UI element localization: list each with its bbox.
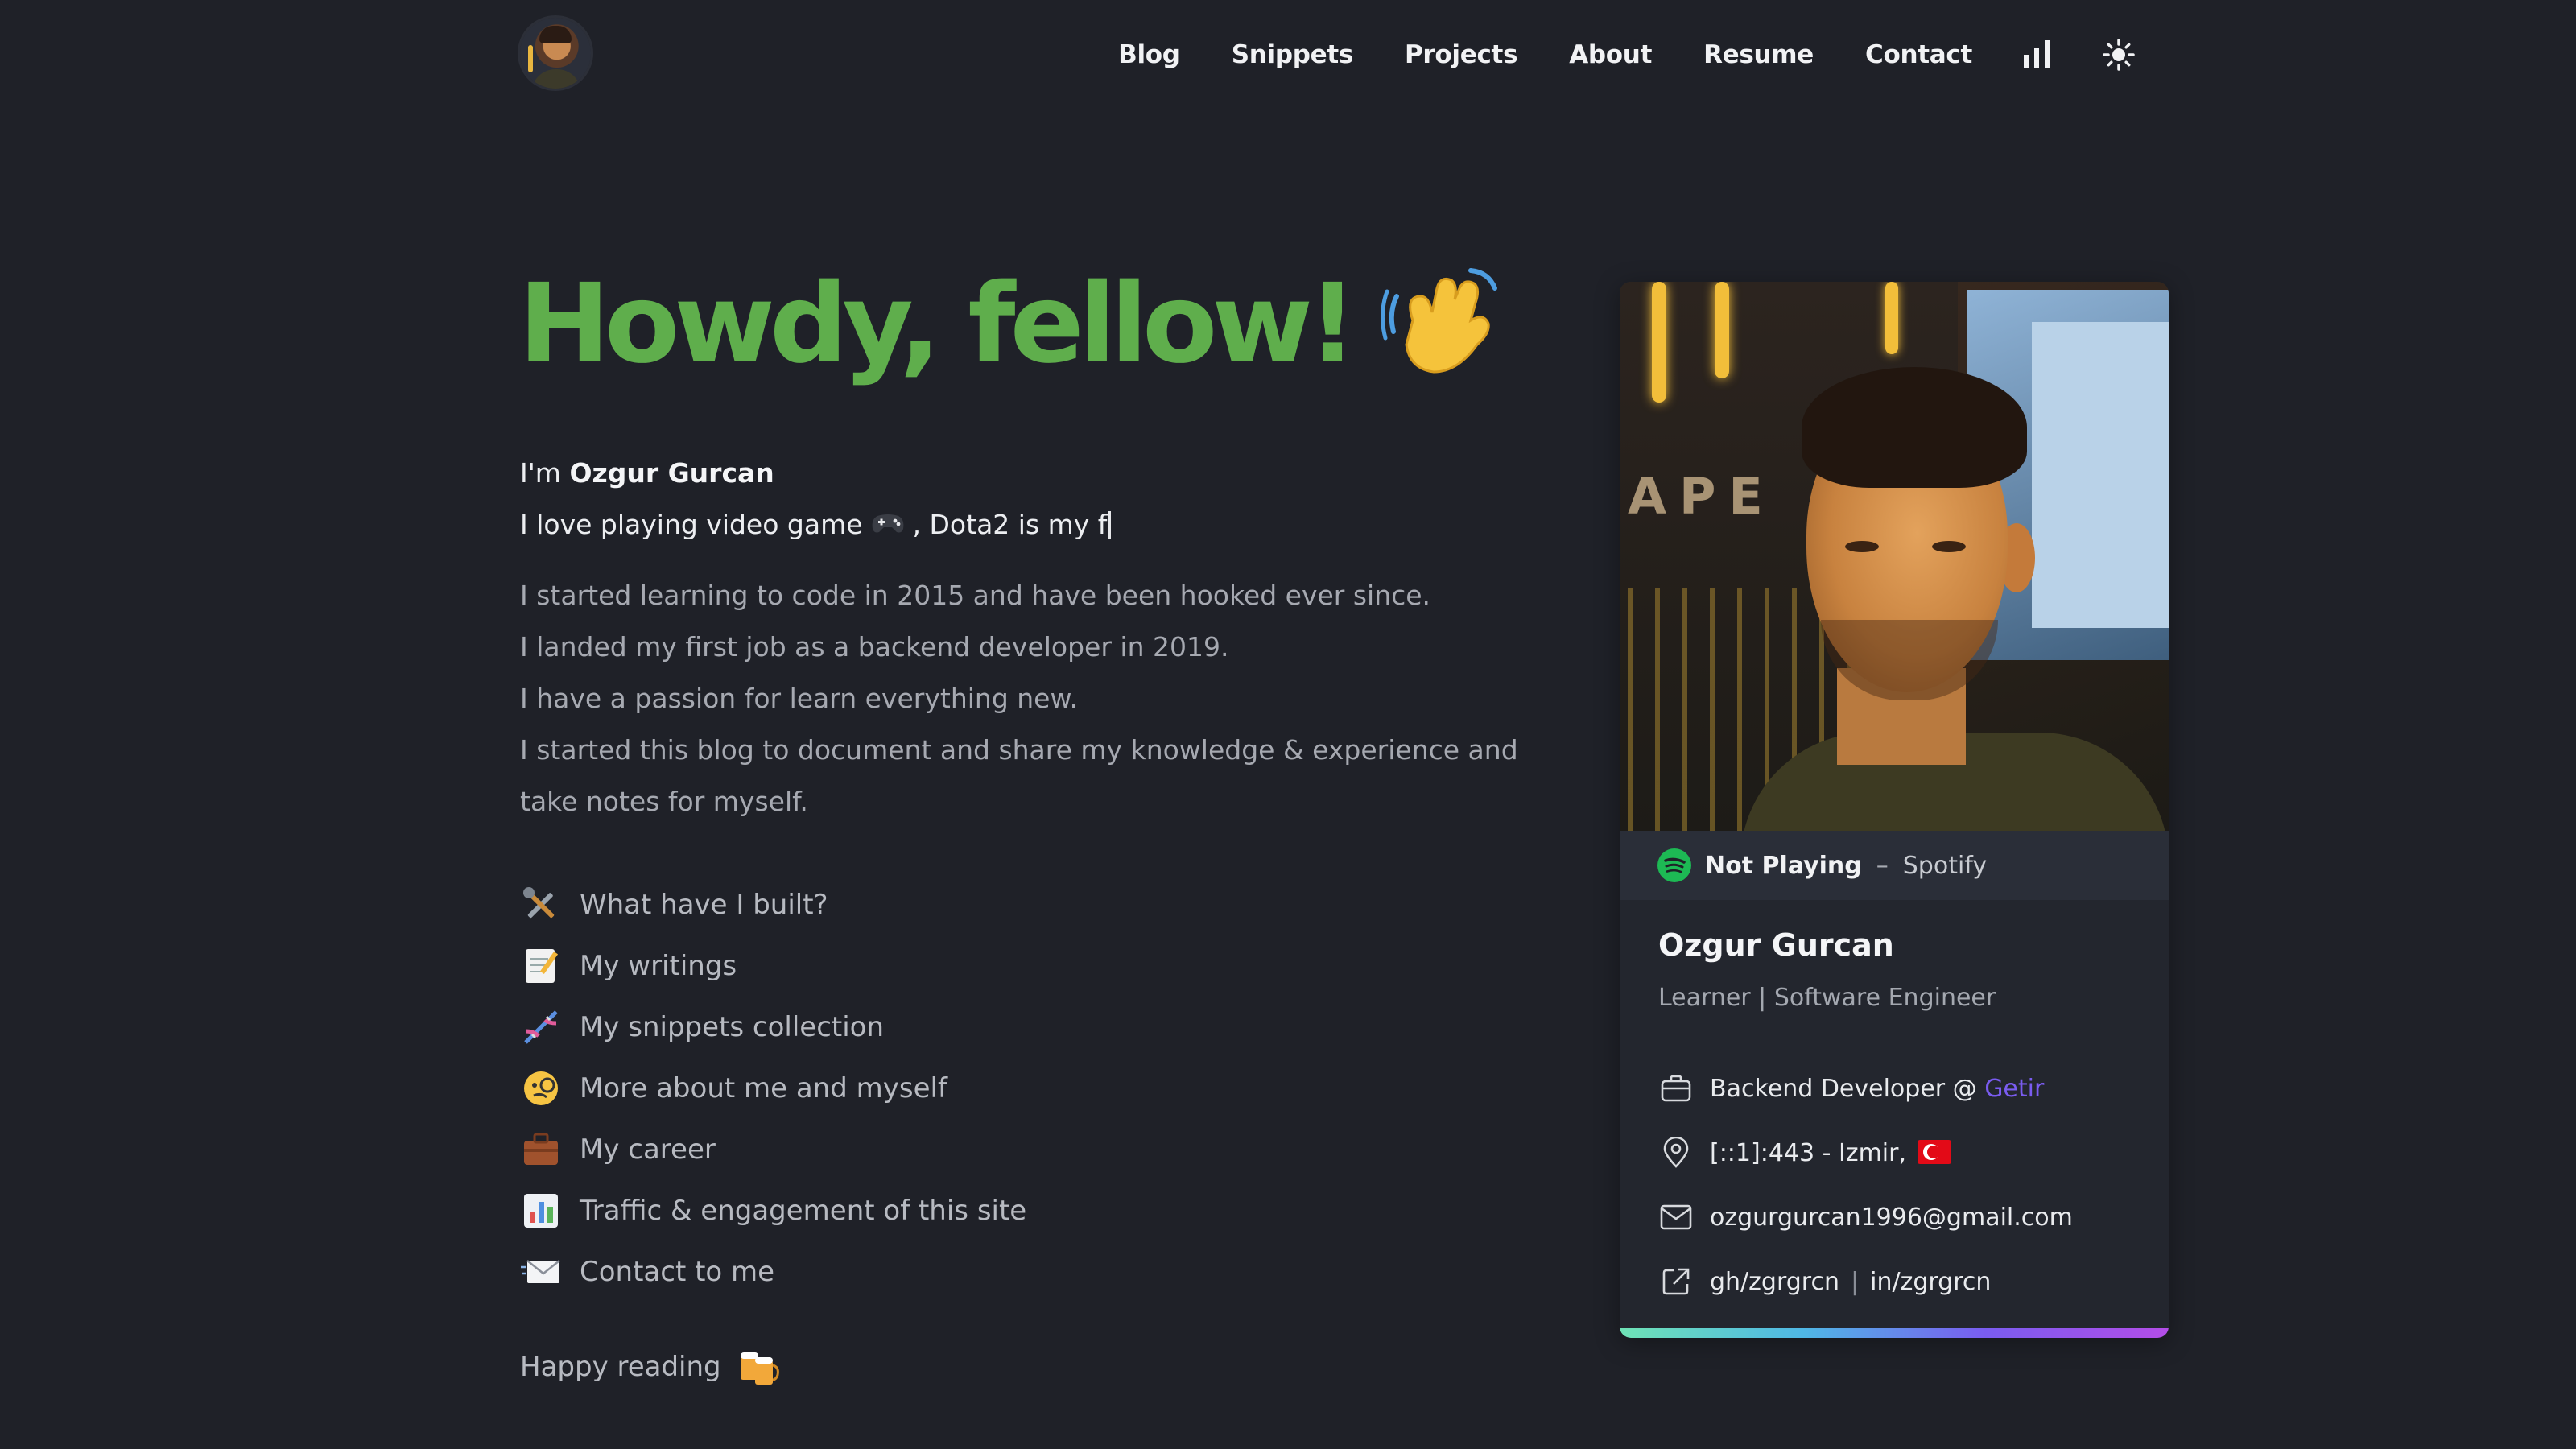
intro-prefix: I'm — [520, 457, 570, 489]
profile-card: APE Not Playing – Spotify Ozgur Gurcan L… — [1620, 282, 2169, 1338]
link-snippets[interactable]: My snippets collection — [520, 997, 1026, 1058]
intro-typing-before: I love playing video game — [520, 509, 863, 540]
link-label: What have I built? — [580, 889, 828, 921]
happy-reading: Happy reading — [520, 1344, 781, 1389]
social-separator: | — [1851, 1267, 1860, 1296]
nav-snippets[interactable]: Snippets — [1232, 40, 1354, 69]
mail-icon — [1658, 1199, 1694, 1235]
location-row: [::1]:443 - Izmir, — [1658, 1121, 2073, 1185]
linkedin-link[interactable]: in/zgrgrcn — [1870, 1268, 1991, 1296]
link-resume[interactable]: My career — [520, 1119, 1026, 1180]
bar-chart-icon — [520, 1190, 562, 1232]
nav-contact[interactable]: Contact — [1865, 40, 1972, 69]
company-link[interactable]: Getir — [1984, 1075, 2044, 1103]
link-label: Traffic & engagement of this site — [580, 1195, 1027, 1227]
nav-resume[interactable]: Resume — [1703, 40, 1814, 69]
intro: I'm Ozgur Gurcan I love playing video ga… — [520, 448, 1112, 551]
job-row: Backend Developer @ Getir — [1658, 1056, 2073, 1121]
job-title: Backend Developer @ — [1710, 1074, 1985, 1103]
intro-name: Ozgur Gurcan — [569, 457, 774, 489]
link-label: My career — [580, 1133, 716, 1166]
hero-heading-text: Howdy, fellow! — [518, 261, 1357, 388]
intro-line-2: I love playing video game , Dota2 is my f — [520, 499, 1112, 551]
spotify-icon — [1657, 848, 1692, 883]
link-label: My writings — [580, 950, 737, 982]
typing-cursor — [1108, 511, 1112, 539]
page: Blog Snippets Projects About Resume Cont… — [0, 0, 2576, 1449]
tools-icon — [520, 884, 562, 926]
spotify-dash: – — [1876, 851, 1889, 880]
sun-icon[interactable] — [2101, 37, 2136, 72]
location-pin-icon — [1658, 1135, 1694, 1170]
briefcase-icon — [520, 1129, 562, 1170]
spotify-playing-status: Not Playing — [1705, 851, 1862, 880]
happy-reading-text: Happy reading — [520, 1351, 721, 1383]
avatar[interactable] — [520, 18, 591, 89]
waving-hand-icon — [1381, 264, 1501, 385]
envelope-icon — [520, 1251, 562, 1293]
link-label: More about me and myself — [580, 1072, 947, 1104]
email-row[interactable]: ozgurgurcan1996@gmail.com — [1658, 1185, 2073, 1249]
beer-mugs-icon — [736, 1344, 781, 1389]
profile-role: Learner | Software Engineer — [1658, 984, 1996, 1012]
quick-links: What have I built? My writings My snippe… — [520, 874, 1026, 1302]
link-label: Contact to me — [580, 1256, 775, 1288]
link-projects[interactable]: What have I built? — [520, 874, 1026, 935]
nav-about[interactable]: About — [1569, 40, 1652, 69]
bio: I started learning to code in 2015 and h… — [520, 570, 1550, 828]
link-label: My snippets collection — [580, 1011, 885, 1043]
nav-blog[interactable]: Blog — [1118, 40, 1180, 69]
main-nav: Blog Snippets Projects About Resume Cont… — [1118, 32, 2136, 77]
bio-line: I have a passion for learn everything ne… — [520, 683, 1078, 714]
turkey-flag-icon — [1918, 1139, 1951, 1164]
bio-line: I landed my first job as a backend devel… — [520, 631, 1229, 663]
game-controller-icon — [871, 501, 905, 533]
hero-heading: Howdy, fellow! — [518, 256, 1501, 393]
link-contact[interactable]: Contact to me — [520, 1241, 1026, 1302]
monocle-face-icon — [520, 1067, 562, 1109]
briefcase-icon — [1658, 1071, 1694, 1106]
intro-typing-after: , Dota2 is my f — [912, 509, 1108, 540]
external-link-icon — [1658, 1264, 1694, 1299]
profile-info: Backend Developer @ Getir [::1]:443 - Iz… — [1658, 1056, 2073, 1314]
dna-icon — [520, 1006, 562, 1048]
social-row: gh/zgrgrcn | in/zgrgrcn — [1658, 1249, 2073, 1314]
spotify-status[interactable]: Not Playing – Spotify — [1620, 831, 2169, 900]
profile-photo: APE — [1620, 282, 2169, 831]
profile-name: Ozgur Gurcan — [1658, 927, 1894, 963]
link-stats[interactable]: Traffic & engagement of this site — [520, 1180, 1026, 1241]
stats-icon[interactable] — [2019, 37, 2054, 72]
email-link[interactable]: ozgurgurcan1996@gmail.com — [1710, 1203, 2073, 1232]
location-text: [::1]:443 - Izmir, — [1710, 1138, 1906, 1167]
gradient-bar — [1620, 1328, 2169, 1338]
link-about[interactable]: More about me and myself — [520, 1058, 1026, 1119]
link-blog[interactable]: My writings — [520, 935, 1026, 997]
spotify-label: Spotify — [1902, 851, 1988, 880]
github-link[interactable]: gh/zgrgrcn — [1710, 1268, 1839, 1296]
bio-line: I started this blog to document and shar… — [520, 734, 1518, 817]
intro-line-1: I'm Ozgur Gurcan — [520, 448, 1111, 499]
bio-line: I started learning to code in 2015 and h… — [520, 580, 1431, 611]
memo-icon — [520, 945, 562, 987]
nav-projects[interactable]: Projects — [1405, 40, 1518, 69]
